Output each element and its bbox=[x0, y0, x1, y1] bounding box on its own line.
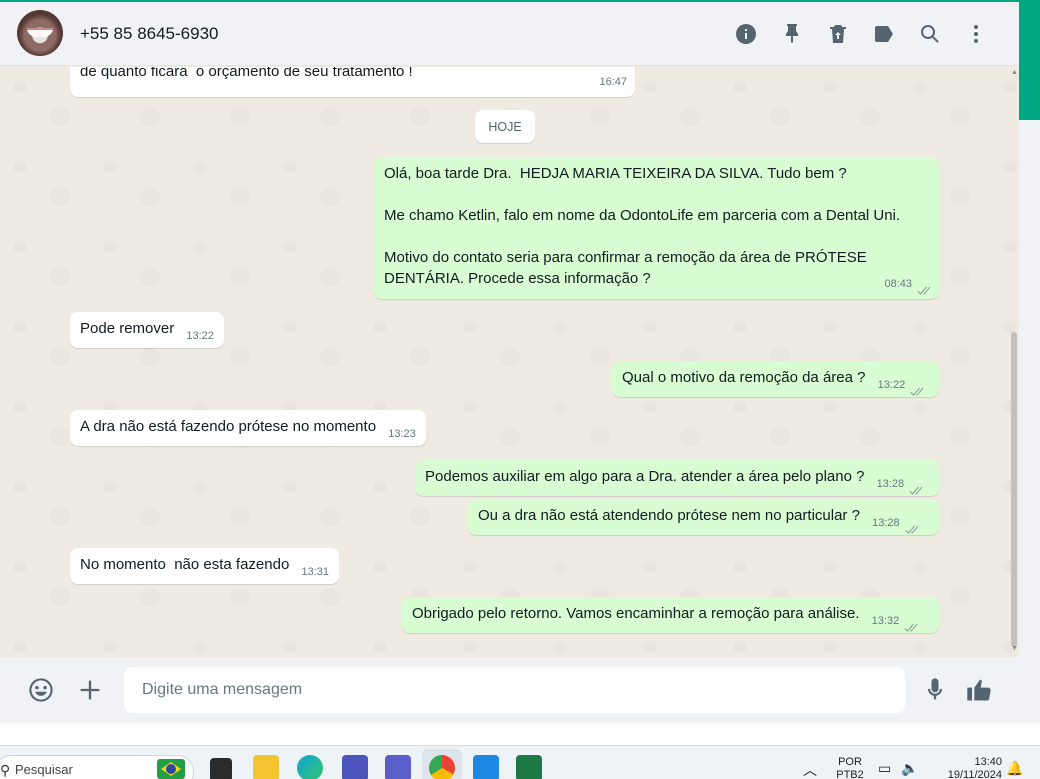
scroll-down-arrow-icon[interactable]: ▼ bbox=[1011, 645, 1018, 652]
delete-icon[interactable] bbox=[815, 16, 861, 52]
message-text: Podemos auxiliar em algo para a Dra. ate… bbox=[425, 468, 865, 485]
contact-name[interactable]: +55 85 8645-6930 bbox=[80, 24, 219, 44]
chrome-browser-icon[interactable] bbox=[429, 755, 455, 779]
search-icon[interactable] bbox=[907, 16, 953, 52]
message-input[interactable] bbox=[124, 667, 905, 713]
day-badge: HOJE bbox=[475, 110, 535, 143]
message-outgoing[interactable]: Obrigado pelo retorno. Vamos encaminhar … bbox=[402, 597, 939, 633]
message-incoming[interactable]: de quanto ficará o orçamento de seu trat… bbox=[70, 67, 635, 97]
brazil-flag-icon[interactable] bbox=[157, 759, 185, 779]
message-incoming[interactable]: No momento não esta fazendo 13:31 bbox=[70, 548, 339, 584]
message-meta: 16:47 bbox=[599, 72, 627, 93]
read-ticks-icon bbox=[902, 621, 918, 632]
message-time: 16:47 bbox=[599, 76, 627, 88]
right-panel-edge bbox=[1019, 0, 1040, 745]
scrollbar-thumb[interactable] bbox=[1011, 332, 1017, 647]
clock-time: 13:40 bbox=[974, 756, 1002, 768]
window-bottom-gap bbox=[0, 723, 1040, 745]
notepad-icon[interactable] bbox=[473, 755, 499, 779]
message-text: Obrigado pelo retorno. Vamos encaminhar … bbox=[412, 605, 860, 622]
message-meta: 13:28 bbox=[877, 474, 924, 495]
notification-bell-icon[interactable]: 🔔 bbox=[1006, 760, 1023, 777]
message-meta: 13:22 bbox=[878, 375, 925, 396]
message-outgoing[interactable]: Olá, boa tarde Dra. HEDJA MARIA TEIXEIRA… bbox=[374, 157, 939, 299]
message-time: 13:22 bbox=[877, 379, 906, 391]
message-meta: 13:28 bbox=[872, 513, 919, 534]
file-explorer-icon[interactable] bbox=[253, 755, 279, 779]
microphone-icon[interactable] bbox=[917, 672, 953, 708]
message-outgoing[interactable]: Qual o motivo da remoção da área ? 13:22 bbox=[612, 361, 939, 397]
os-taskbar: ⚲ Pesquisar ︿ POR PTB2 ▭ 🔈 13:40 19/11/2… bbox=[0, 745, 1040, 779]
chat-header: +55 85 8645-6930 bbox=[0, 2, 1019, 66]
taskbar-search-label: Pesquisar bbox=[15, 762, 73, 777]
tray-expand-icon[interactable]: ︿ bbox=[803, 760, 817, 779]
message-incoming[interactable]: Pode remover 13:22 bbox=[70, 312, 224, 348]
message-outgoing[interactable]: Podemos auxiliar em algo para a Dra. ate… bbox=[415, 460, 939, 496]
language-bottom: PTB2 bbox=[836, 769, 864, 779]
message-time: 13:32 bbox=[871, 615, 900, 627]
message-composer bbox=[0, 657, 1019, 723]
message-outgoing[interactable]: Ou a dra não está atendendo prótese nem … bbox=[468, 499, 939, 535]
info-icon[interactable] bbox=[723, 16, 769, 52]
message-time: 13:23 bbox=[388, 428, 416, 440]
message-time: 08:43 bbox=[884, 278, 912, 290]
read-ticks-icon bbox=[907, 484, 923, 495]
message-meta: 13:31 bbox=[301, 562, 329, 583]
message-time: 13:28 bbox=[872, 517, 900, 529]
clock-date: 19/11/2024 bbox=[947, 769, 1002, 779]
message-text: Qual o motivo da remoção da área ? bbox=[622, 369, 866, 386]
message-text: A dra não está fazendo prótese no moment… bbox=[80, 418, 377, 435]
pin-icon[interactable] bbox=[769, 16, 815, 52]
conversation-panel[interactable]: de quanto ficará o orçamento de seu trat… bbox=[0, 67, 1019, 657]
network-icon[interactable]: ▭ bbox=[878, 760, 891, 777]
teams-work-icon[interactable] bbox=[385, 755, 411, 779]
message-incoming[interactable]: A dra não está fazendo prótese no moment… bbox=[70, 410, 426, 446]
message-text: Pode remover bbox=[80, 320, 175, 337]
message-time: 13:22 bbox=[186, 330, 214, 342]
teams-icon[interactable] bbox=[342, 755, 368, 779]
language-indicator[interactable]: POR PTB2 bbox=[834, 756, 866, 779]
language-top: POR bbox=[838, 756, 862, 768]
plus-icon[interactable] bbox=[72, 672, 108, 708]
emoji-icon[interactable] bbox=[23, 672, 59, 708]
message-text: de quanto ficará o orçamento de seu trat… bbox=[80, 67, 413, 80]
edge-browser-icon[interactable] bbox=[297, 755, 323, 779]
label-icon[interactable] bbox=[861, 16, 907, 52]
read-ticks-icon bbox=[908, 385, 924, 396]
excel-icon[interactable] bbox=[516, 755, 542, 779]
message-text: No momento não esta fazendo bbox=[80, 556, 290, 573]
message-meta: 08:43 bbox=[884, 274, 931, 295]
volume-icon[interactable]: 🔈 bbox=[901, 760, 918, 777]
clock[interactable]: 13:40 19/11/2024 bbox=[930, 756, 1002, 779]
message-text: Olá, boa tarde Dra. HEDJA MARIA TEIXEIRA… bbox=[384, 165, 901, 287]
accent-strip bbox=[1019, 0, 1040, 120]
scroll-up-arrow-icon[interactable]: ▲ bbox=[1011, 69, 1018, 76]
contact-avatar[interactable] bbox=[17, 10, 63, 56]
avatar-teeth-image bbox=[27, 28, 53, 37]
message-meta: 13:23 bbox=[388, 424, 416, 445]
message-time: 13:28 bbox=[876, 478, 905, 490]
message-meta: 13:32 bbox=[872, 611, 919, 632]
task-view-icon[interactable] bbox=[210, 758, 232, 779]
header-actions bbox=[723, 16, 999, 52]
thumbs-up-icon[interactable] bbox=[961, 672, 997, 708]
message-time: 13:31 bbox=[301, 566, 329, 578]
message-meta: 13:22 bbox=[186, 326, 214, 347]
read-ticks-icon bbox=[915, 284, 931, 295]
chat-scrollbar[interactable]: ▲ ▼ bbox=[1010, 67, 1018, 657]
taskbar-search-icon: ⚲ bbox=[0, 762, 11, 778]
read-ticks-icon bbox=[903, 523, 919, 534]
message-text: Ou a dra não está atendendo prótese nem … bbox=[478, 507, 860, 524]
menu-icon[interactable] bbox=[953, 16, 999, 52]
